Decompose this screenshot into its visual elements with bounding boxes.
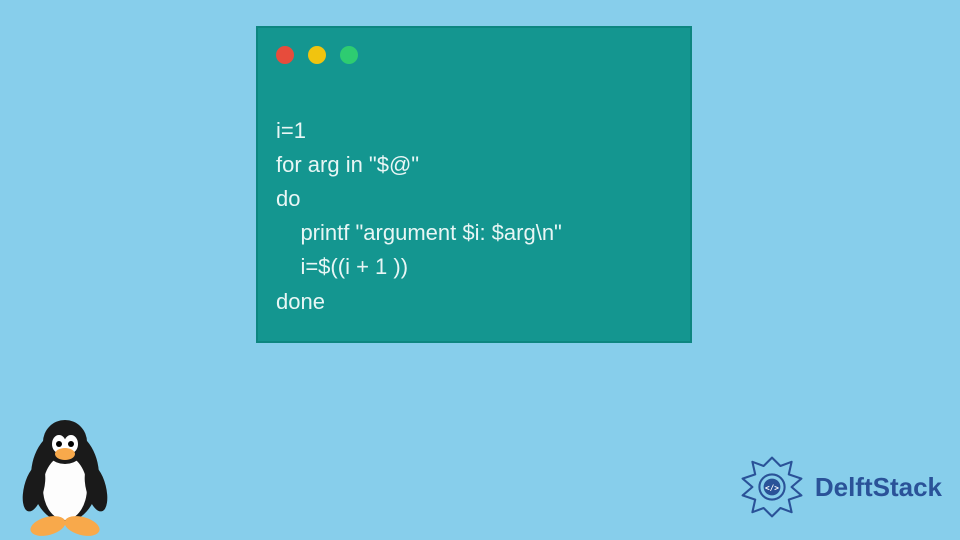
code-line: for arg in "$@" [276,152,419,177]
close-icon [276,46,294,64]
code-block: i=1 for arg in "$@" do printf "argument … [276,80,672,319]
delftstack-logo-icon: </> [737,452,807,522]
code-line: printf "argument $i: $arg\n" [276,220,562,245]
code-line: i=$((i + 1 )) [276,254,408,279]
code-line: done [276,289,325,314]
maximize-icon [340,46,358,64]
svg-text:</>: </> [765,484,779,493]
code-line: do [276,186,300,211]
minimize-icon [308,46,326,64]
brand: </> DelftStack [737,452,942,522]
traffic-lights [276,46,672,64]
code-window: i=1 for arg in "$@" do printf "argument … [256,26,692,343]
brand-name: DelftStack [815,472,942,503]
code-line: i=1 [276,118,306,143]
tux-penguin-icon [10,416,120,536]
